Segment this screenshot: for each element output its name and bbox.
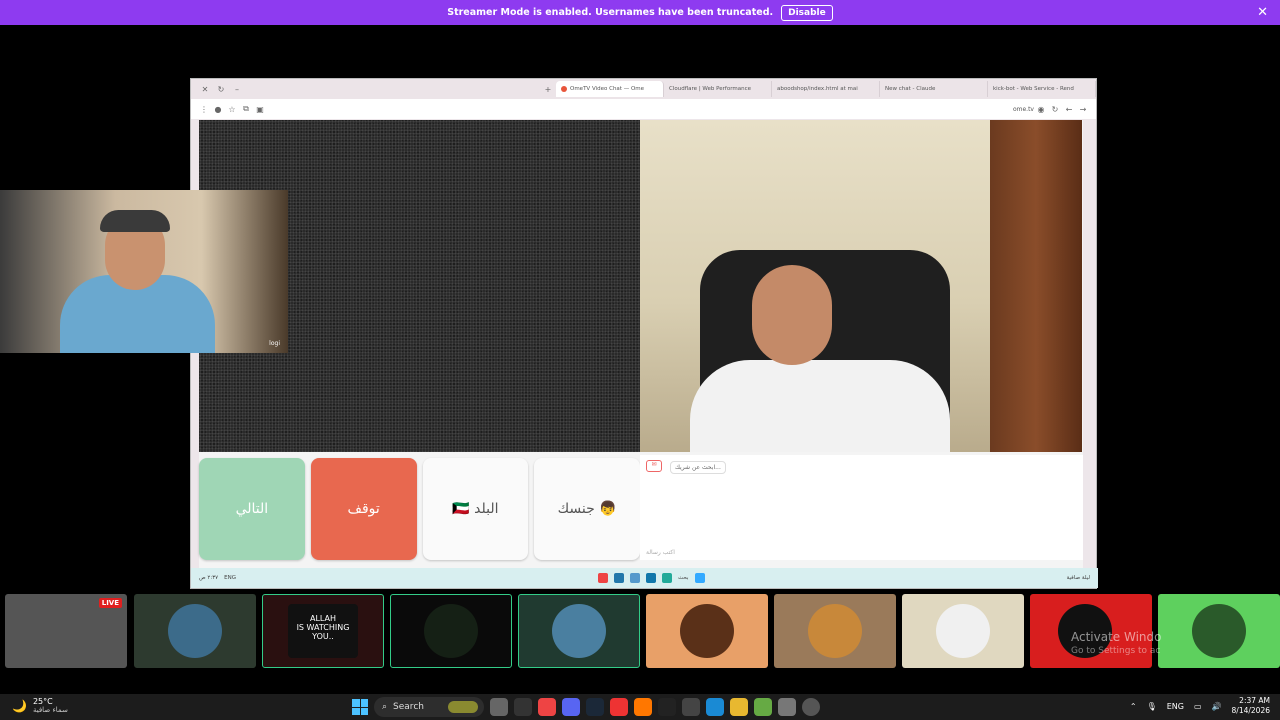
back-icon[interactable]: ←	[1062, 105, 1076, 114]
url-text[interactable]: ome.tv	[1013, 106, 1034, 113]
discord-icon[interactable]	[630, 573, 641, 583]
ometv-favicon-icon	[561, 86, 567, 92]
vscode-icon[interactable]	[614, 573, 625, 583]
tab-render[interactable]: kick-bot - Web Service - Rend	[988, 81, 1096, 97]
cloud-icon[interactable]	[634, 698, 652, 716]
activate-windows-subtext: Go to Settings to ac	[1071, 646, 1161, 656]
store-icon[interactable]	[646, 573, 657, 583]
chat-input[interactable]: اكتب رسالة	[646, 549, 675, 556]
close-icon[interactable]: ✕	[1257, 5, 1268, 20]
inner-taskbar: ٢:٣٧ ص ENG بحث ليلة صافية	[191, 568, 1098, 588]
tab-ometv[interactable]: OmeTV Video Chat — Ome	[556, 81, 664, 97]
volume-icon[interactable]: 🔊	[1212, 702, 1222, 711]
edge-icon[interactable]	[706, 698, 724, 716]
refresh-icon[interactable]: ↻	[213, 85, 229, 94]
participant-tile[interactable]	[646, 594, 768, 668]
windows-icon[interactable]	[694, 573, 705, 583]
epic-icon[interactable]	[658, 698, 676, 716]
obs-icon[interactable]	[754, 698, 772, 716]
reload-icon[interactable]: ↻	[1048, 105, 1062, 114]
avatar	[808, 604, 862, 658]
gender-button[interactable]: جنسك 👦	[534, 458, 640, 560]
stop-button[interactable]: توقف	[310, 458, 417, 560]
streamer-mode-banner: Streamer Mode is enabled. Usernames have…	[0, 0, 1280, 25]
taskbar-apps: ⌕ Search	[352, 696, 820, 718]
boy-icon: 👦	[599, 501, 617, 517]
live-badge: LIVE	[98, 598, 122, 608]
avatar	[168, 604, 222, 658]
close-window-icon[interactable]: ✕	[197, 85, 213, 94]
webcam-brand-label: logi	[269, 340, 280, 347]
system-tray: ⌃ 🎙 ENG ▭ 🔊 2:37 AM 8/14/2026	[1130, 696, 1270, 716]
streamer-webcam: logi	[0, 190, 288, 353]
avatar	[424, 604, 478, 658]
tab-bar: ✕ ↻ – + OmeTV Video Chat — Ome Cloudflar…	[191, 79, 1096, 99]
new-tab-icon[interactable]: +	[540, 85, 556, 94]
discord-icon[interactable]	[562, 698, 580, 716]
app-icon[interactable]	[514, 698, 532, 716]
avatar	[1192, 604, 1246, 658]
participant-tile[interactable]	[518, 594, 640, 668]
participant-tile[interactable]	[774, 594, 896, 668]
partner-video	[640, 120, 1082, 452]
profile-icon[interactable]: ●	[211, 105, 225, 114]
ometv-page: التالي توقف 🇰🇼 البلد جنسك 👦 ✉ ابحث عن شر…	[199, 120, 1083, 570]
inner-search[interactable]: بحث	[678, 575, 688, 581]
banner-message: Streamer Mode is enabled. Usernames have…	[447, 7, 774, 18]
chrome-icon[interactable]	[598, 573, 609, 583]
obs-studio-icon[interactable]	[802, 698, 820, 716]
minimize-icon[interactable]: –	[229, 85, 245, 94]
edge-icon[interactable]	[662, 573, 673, 583]
avatar	[552, 604, 606, 658]
extension-icon[interactable]: ▣	[253, 105, 267, 114]
star-icon[interactable]: ☆	[225, 105, 239, 114]
ndi-icon[interactable]	[682, 698, 700, 716]
weather-widget[interactable]: 🌙 25°C سماء صافية	[12, 697, 68, 714]
site-info-icon[interactable]: ◉	[1034, 105, 1048, 114]
disable-button[interactable]: Disable	[781, 4, 833, 21]
participant-tile[interactable]	[134, 594, 256, 668]
language-indicator[interactable]: ENG	[1167, 702, 1184, 711]
avatar: ALLAH IS WATCHING YOU..	[288, 604, 358, 658]
activate-windows-watermark: Activate Windo	[1071, 630, 1162, 644]
control-buttons: التالي توقف 🇰🇼 البلد جنسك 👦	[199, 458, 640, 560]
store-icon[interactable]	[778, 698, 796, 716]
steam-icon[interactable]	[586, 698, 604, 716]
start-icon[interactable]	[352, 699, 368, 715]
tab-cloudflare[interactable]: Cloudflare | Web Performance	[664, 81, 772, 97]
tab-github[interactable]: aboodshop/index.html at mai	[772, 81, 880, 97]
url-bar: ⋮ ● ☆ ⧉ ▣ ome.tv ◉ ↻ ← →	[191, 99, 1096, 119]
copy-icon[interactable]: ⧉	[239, 104, 253, 114]
participant-tile[interactable]	[1158, 594, 1280, 668]
network-icon[interactable]: ▭	[1194, 702, 1202, 711]
tab-claude[interactable]: New chat - Claude	[880, 81, 988, 97]
next-button[interactable]: التالي	[199, 458, 305, 560]
country-button[interactable]: 🇰🇼 البلد	[422, 458, 529, 560]
chevron-up-icon[interactable]: ⌃	[1130, 702, 1137, 711]
browser-window: ✕ ↻ – + OmeTV Video Chat — Ome Cloudflar…	[190, 78, 1098, 589]
participant-tile[interactable]	[390, 594, 512, 668]
chat-icon: ✉	[646, 460, 662, 472]
participant-tile[interactable]: ALLAH IS WATCHING YOU..	[262, 594, 384, 668]
task-view-icon[interactable]	[490, 698, 508, 716]
kuwait-flag-icon: 🇰🇼	[452, 501, 470, 517]
forward-icon[interactable]: →	[1076, 105, 1090, 114]
folder-icon[interactable]	[730, 698, 748, 716]
search-icon: ⌕	[382, 702, 388, 712]
avatar	[680, 604, 734, 658]
clock[interactable]: 2:37 AM 8/14/2026	[1232, 696, 1270, 716]
chat-panel: ✉ ابحث عن شريك... اكتب رسالة	[640, 455, 1083, 560]
tiktok-icon[interactable]	[610, 698, 628, 716]
stream-preview-tile[interactable]: LIVE	[5, 594, 127, 668]
avatar	[936, 604, 990, 658]
participant-tile[interactable]	[902, 594, 1024, 668]
chrome-icon[interactable]	[538, 698, 556, 716]
menu-icon[interactable]: ⋮	[197, 105, 211, 114]
mic-icon[interactable]: 🎙	[1147, 702, 1157, 711]
windows-taskbar: 🌙 25°C سماء صافية ⌕ Search ⌃ 🎙 ENG ▭ 🔊 2:3…	[0, 694, 1280, 720]
moon-icon: 🌙	[12, 698, 27, 713]
chat-status: ابحث عن شريك...	[670, 461, 726, 474]
taskbar-search[interactable]: ⌕ Search	[374, 697, 484, 717]
